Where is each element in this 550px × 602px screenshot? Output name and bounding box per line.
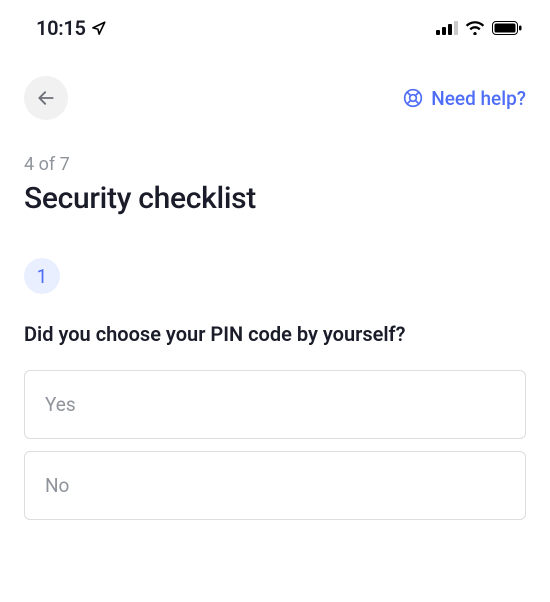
time-value: 10:15 [36,16,86,40]
help-icon [403,88,423,108]
help-label: Need help? [431,87,526,110]
arrow-left-icon [36,88,56,108]
option-no-button[interactable]: No [24,451,526,520]
status-bar: 10:15 [0,0,550,44]
main-content: 4 of 7 Security checklist 1 Did you choo… [0,120,550,532]
status-time: 10:15 [36,16,106,40]
option-yes-button[interactable]: Yes [24,370,526,439]
status-icons [436,21,522,35]
battery-icon [492,21,522,35]
page-title: Security checklist [24,181,526,216]
question-block: 1 Did you choose your PIN code by yourse… [24,258,526,532]
question-number-badge: 1 [24,258,60,294]
nav-row: Need help? [0,44,550,120]
wifi-icon [465,21,485,35]
question-text: Did you choose your PIN code by yourself… [24,322,526,346]
step-counter: 4 of 7 [24,154,526,175]
location-icon [91,21,106,36]
cellular-icon [436,21,458,35]
help-link[interactable]: Need help? [403,87,526,110]
back-button[interactable] [24,76,68,120]
